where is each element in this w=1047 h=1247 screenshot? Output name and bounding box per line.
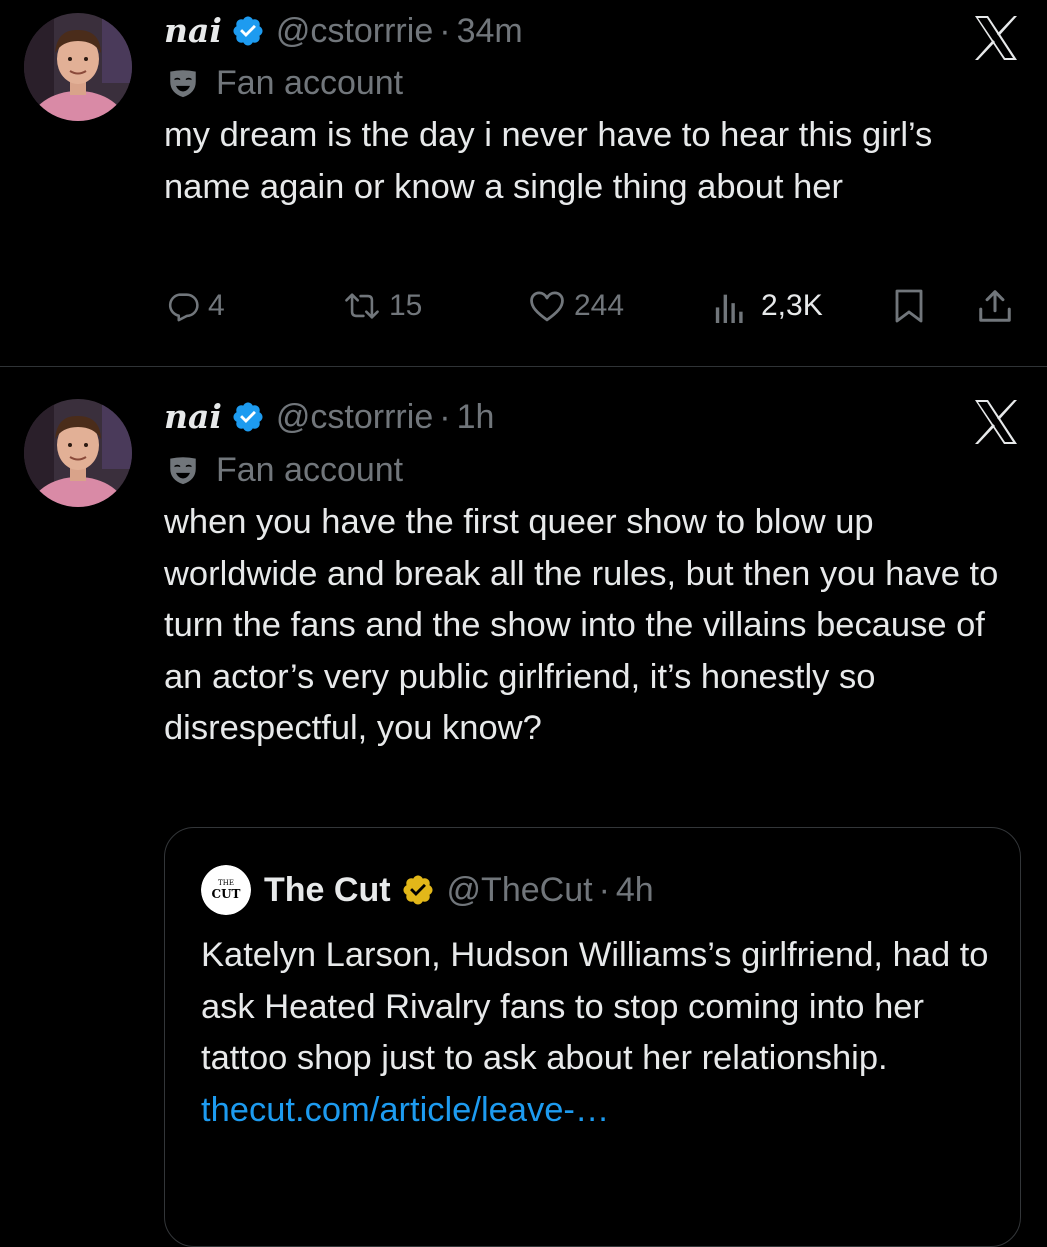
display-name[interactable]: nai	[164, 395, 222, 439]
x-logo-icon[interactable]	[970, 13, 1022, 63]
quoted-tweet-header: THE CUT The Cut @TheCut · 4h	[201, 865, 654, 915]
thecut-logo[interactable]: THE CUT	[201, 865, 251, 915]
verified-badge-icon	[233, 16, 263, 46]
account-label-text: Fan account	[216, 450, 404, 489]
tweet-header: nai @cstorrrie · 1h	[164, 395, 494, 439]
quoted-text-body: Katelyn Larson, Hudson Williams’s girlfr…	[201, 936, 989, 1077]
gold-verified-badge-icon	[403, 875, 433, 905]
avatar[interactable]	[24, 13, 132, 121]
mask-icon	[170, 70, 196, 98]
share-icon	[979, 290, 1011, 322]
separator-dot: ·	[598, 870, 610, 909]
article-link[interactable]: thecut.com/article/leave-…	[201, 1091, 609, 1129]
quoted-handle[interactable]: @TheCut	[447, 871, 593, 910]
quoted-tweet[interactable]: THE CUT The Cut @TheCut · 4h Katelyn Lar…	[164, 827, 1021, 1247]
views-icon	[715, 294, 743, 323]
tweet[interactable]: nai @cstorrrie · 34m Fan account my drea…	[0, 0, 1047, 366]
quoted-tweet-text: Katelyn Larson, Hudson Williams’s girlfr…	[201, 930, 991, 1136]
verified-badge-icon	[233, 402, 263, 432]
separator-dot: ·	[439, 12, 451, 50]
share-button[interactable]	[976, 283, 1014, 329]
retweet-count: 15	[389, 289, 423, 322]
account-label: Fan account	[166, 450, 403, 490]
reply-icon	[168, 293, 199, 322]
logo-text-top: THE	[218, 879, 234, 887]
tweet-text: when you have the first queer show to bl…	[164, 503, 999, 747]
tweet-text: my dream is the day i never have to hear…	[164, 116, 933, 206]
timestamp[interactable]: 1h	[457, 395, 495, 439]
separator-dot: ·	[439, 398, 451, 436]
like-count: 244	[574, 289, 625, 322]
account-label: Fan account	[166, 63, 403, 103]
like-button[interactable]: 244	[528, 283, 624, 329]
quoted-timestamp[interactable]: 4h	[616, 871, 654, 910]
reply-count: 4	[208, 289, 225, 322]
views-button[interactable]: 2,3K	[713, 283, 823, 329]
handle[interactable]: @cstorrrie	[276, 9, 433, 53]
bookmark-button[interactable]	[892, 283, 926, 329]
tweet-header: nai @cstorrrie · 34m	[164, 9, 523, 53]
retweet-button[interactable]: 15	[343, 283, 422, 329]
handle[interactable]: @cstorrrie	[276, 395, 433, 439]
reply-button[interactable]: 4	[166, 283, 225, 329]
mask-icon	[170, 457, 196, 485]
views-count: 2,3K	[761, 289, 823, 322]
account-label-text: Fan account	[216, 63, 404, 102]
bookmark-icon	[895, 289, 923, 323]
quoted-display-name[interactable]: The Cut	[264, 871, 391, 910]
avatar[interactable]	[24, 399, 132, 507]
timestamp[interactable]: 34m	[457, 9, 523, 53]
action-bar: 4 15 244 2,3K	[0, 283, 1047, 329]
logo-text: CUT	[212, 887, 241, 901]
tweet[interactable]: nai @cstorrrie · 1h Fan account when you…	[0, 367, 1047, 1247]
retweet-icon	[345, 293, 379, 319]
x-logo-icon[interactable]	[970, 397, 1022, 447]
heart-icon	[530, 291, 564, 322]
display-name[interactable]: nai	[164, 9, 222, 53]
